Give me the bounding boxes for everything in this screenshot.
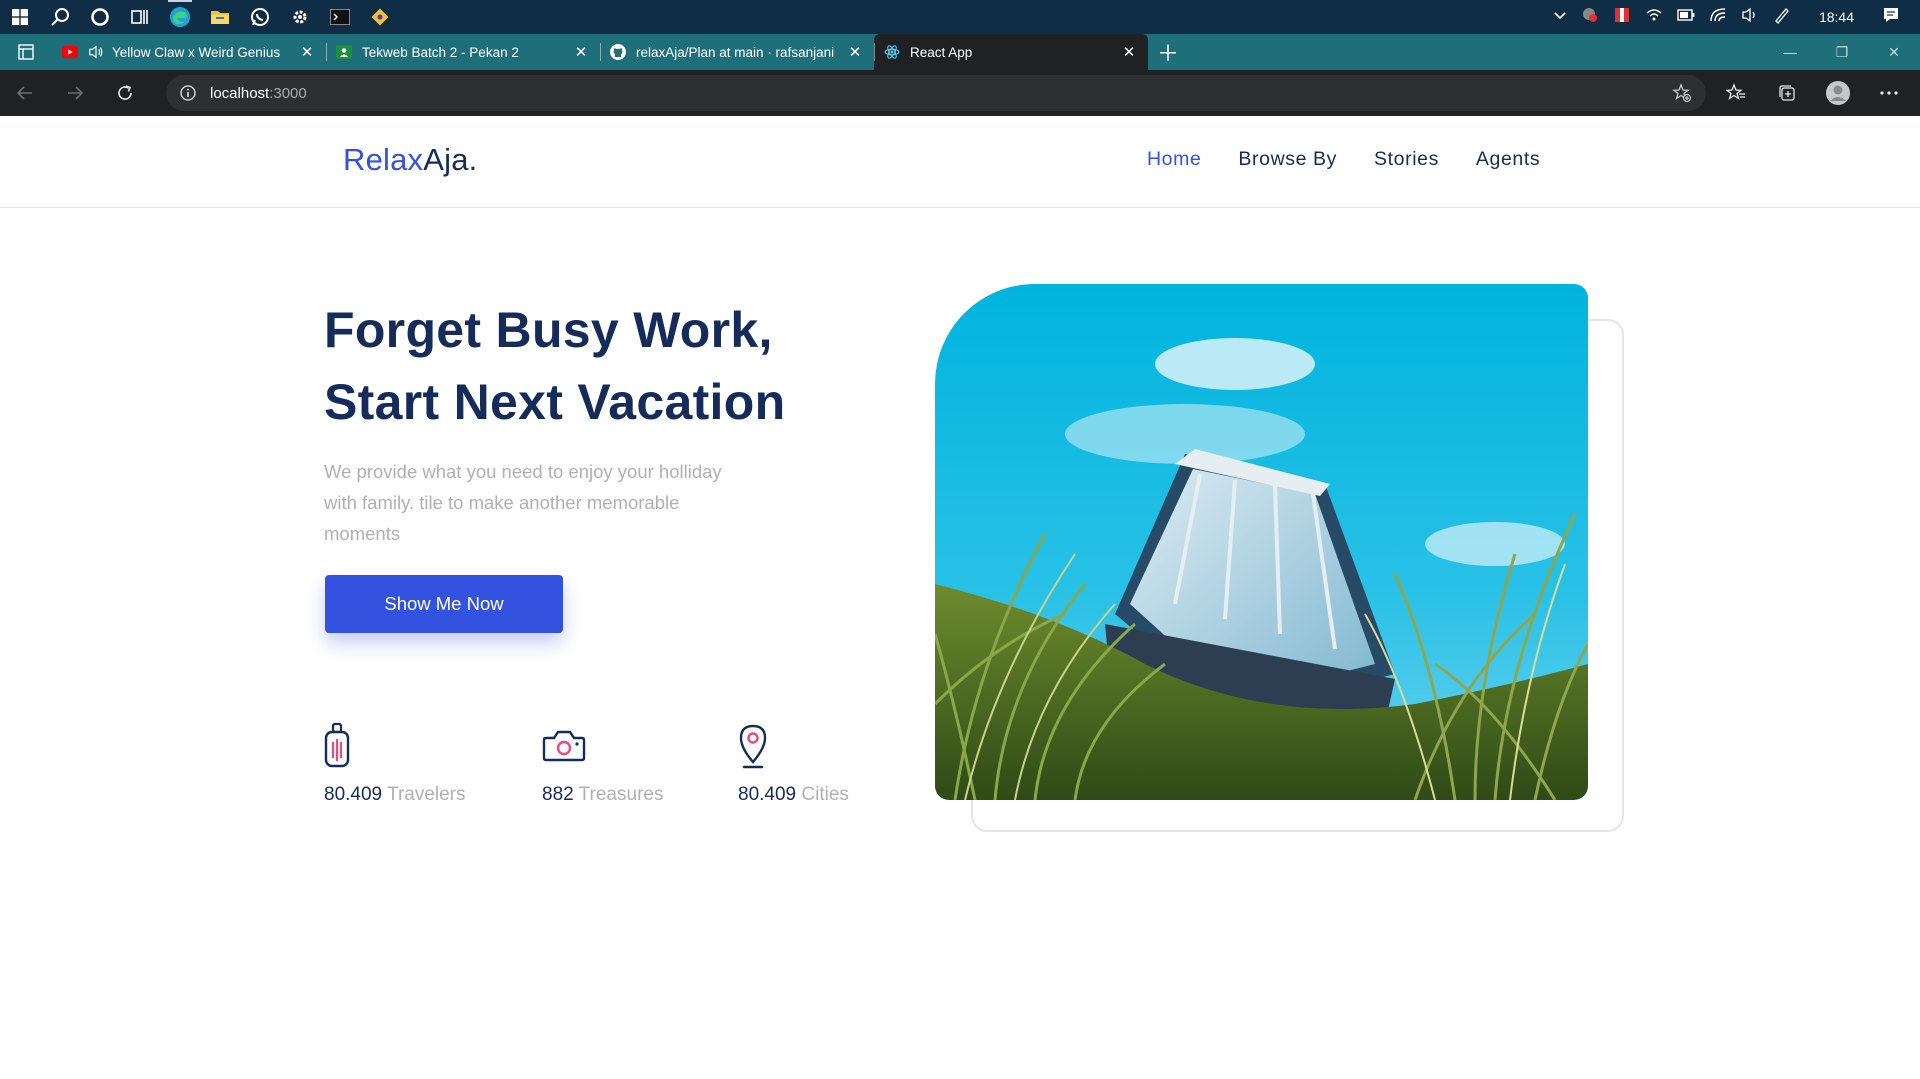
wifi-icon[interactable] (1645, 7, 1663, 28)
react-icon (884, 44, 900, 60)
url-port: :3000 (269, 84, 307, 102)
browser-toolbar: localhost:3000 (0, 70, 1920, 116)
site-logo[interactable]: RelaxAja. (343, 142, 477, 178)
tab-title: Yellow Claw x Weird Genius (112, 44, 281, 60)
info-icon[interactable] (180, 85, 196, 101)
tab-close-icon[interactable]: ✕ (298, 43, 316, 61)
back-button[interactable] (0, 70, 50, 116)
favorites-icon (1725, 83, 1745, 101)
antivirus-icon[interactable] (1581, 6, 1599, 29)
hero-image (935, 284, 1588, 800)
show-me-now-button[interactable]: Show Me Now (325, 575, 563, 633)
refresh-button[interactable] (100, 70, 150, 116)
edge-icon[interactable] (160, 0, 200, 34)
tab-title: relaxAja/Plan at main · rafsanjani (636, 44, 835, 60)
stat-label: Treasures (578, 784, 664, 805)
stat-label: Cities (801, 784, 849, 805)
classroom-icon (336, 44, 352, 60)
logo-part-relax: Relax (343, 142, 424, 177)
task-view-icon[interactable] (120, 0, 160, 34)
suitcase-icon (324, 722, 350, 768)
restore-icon[interactable]: ❐ (1816, 34, 1868, 70)
add-favorite-icon[interactable] (1672, 83, 1692, 108)
hero-description: We provide what you need to enjoy your h… (324, 461, 722, 544)
address-bar[interactable]: localhost:3000 (166, 75, 1706, 111)
favorites-button[interactable] (1710, 70, 1761, 116)
tab-actions-button[interactable] (0, 34, 52, 70)
search-icon[interactable] (40, 0, 80, 34)
action-center-icon[interactable] (1882, 6, 1900, 29)
tab-title: React App (910, 44, 973, 60)
tab-close-icon[interactable]: ✕ (1120, 43, 1138, 61)
whatsapp-icon[interactable] (240, 0, 280, 34)
settings-icon[interactable] (280, 0, 320, 34)
nav-home[interactable]: Home (1147, 148, 1201, 171)
stat-value: 80.409 (324, 784, 383, 805)
url-host: localhost (210, 84, 270, 102)
stat-treasures: 882 Treasures (542, 722, 663, 806)
hero-title-line-1: Forget Busy Work, (324, 302, 773, 358)
tab-title: Tekweb Batch 2 - Pekan 2 (362, 44, 519, 60)
terminal-icon[interactable] (320, 0, 360, 34)
hero-title: Forget Busy Work, Start Next Vacation (324, 294, 884, 438)
stat-label: Travelers (387, 784, 466, 805)
pen-workspace-icon[interactable] (1773, 6, 1791, 29)
arrow-right-icon (68, 86, 84, 100)
battery-icon[interactable] (1677, 8, 1695, 26)
file-explorer-icon[interactable] (200, 0, 240, 34)
profile-button[interactable] (1812, 70, 1863, 116)
windows-start-icon[interactable] (0, 0, 40, 34)
tab-close-icon[interactable]: ✕ (846, 43, 864, 61)
forward-button[interactable] (50, 70, 100, 116)
taskbar-clock[interactable]: 18:44 (1819, 9, 1854, 25)
camera-icon (542, 730, 586, 762)
stat-value: 80.409 (738, 784, 797, 805)
collections-icon (1778, 85, 1795, 101)
cortana-icon[interactable] (80, 0, 120, 34)
nav-browse-by[interactable]: Browse By (1238, 148, 1337, 171)
main-nav: Home Browse By Stories Agents (1147, 148, 1577, 171)
minimize-icon[interactable]: — (1764, 34, 1816, 70)
nav-agents[interactable]: Agents (1476, 148, 1540, 171)
notification-app-icon[interactable] (1613, 6, 1631, 29)
close-window-icon[interactable]: ✕ (1868, 34, 1920, 70)
youtube-icon (62, 44, 78, 60)
logo-part-aja: Aja. (423, 142, 478, 177)
stat-cities: 80.409 Cities (738, 722, 849, 806)
volume-icon[interactable] (1741, 7, 1759, 28)
tab-actions-icon (18, 44, 34, 60)
site-header: RelaxAja. Home Browse By Stories Agents (0, 116, 1920, 208)
collections-button[interactable] (1761, 70, 1812, 116)
avatar-icon (1825, 81, 1850, 105)
arrow-left-icon (16, 86, 32, 100)
nav-stories[interactable]: Stories (1374, 148, 1439, 171)
browser-tab-strip: Yellow Claw x Weird Genius ✕ Tekweb Batc… (0, 34, 1920, 70)
windows-taskbar: 18:44 (0, 0, 1920, 34)
cabin-landscape-picture (935, 284, 1588, 800)
refresh-icon (118, 85, 132, 100)
more-menu-button[interactable] (1863, 70, 1914, 116)
hero-title-line-2: Start Next Vacation (324, 374, 786, 430)
more-dots-icon (1879, 91, 1898, 95)
git-icon[interactable] (360, 0, 400, 34)
map-pin-icon (739, 724, 767, 769)
github-icon (610, 44, 626, 60)
webpage: RelaxAja. Home Browse By Stories Agents … (0, 116, 1920, 1079)
tab-close-icon[interactable]: ✕ (572, 43, 590, 61)
stat-travelers: 80.409 Travelers (324, 722, 466, 806)
tab-youtube[interactable]: Yellow Claw x Weird Genius ✕ (52, 34, 326, 70)
chevron-up-icon[interactable] (1553, 8, 1567, 26)
tab-classroom[interactable]: Tekweb Batch 2 - Pekan 2 ✕ (326, 34, 600, 70)
stat-value: 882 (542, 784, 574, 805)
tab-react-app[interactable]: React App ✕ (874, 34, 1148, 70)
tab-github[interactable]: relaxAja/Plan at main · rafsanjani ✕ (600, 34, 874, 70)
tab-audio-icon[interactable] (88, 44, 104, 60)
network-icon[interactable] (1709, 7, 1727, 28)
new-tab-button[interactable]: ＋ (1148, 34, 1188, 70)
